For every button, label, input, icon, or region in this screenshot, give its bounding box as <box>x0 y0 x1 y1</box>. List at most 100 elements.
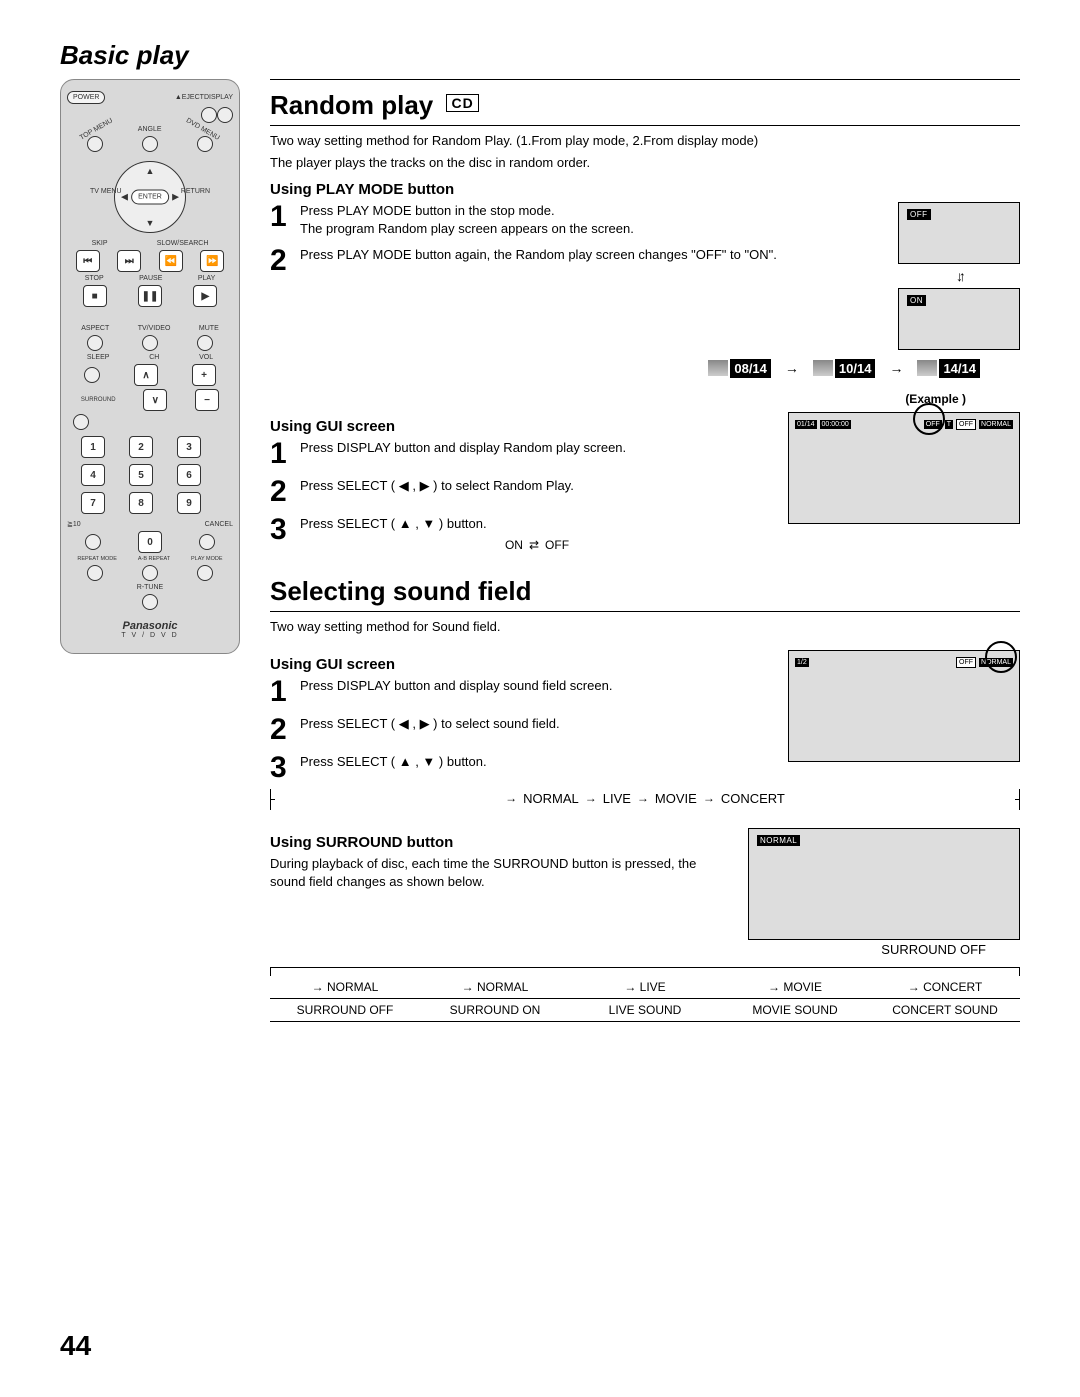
ab-repeat-button[interactable] <box>142 565 158 581</box>
vol-up-button[interactable]: + <box>192 364 216 386</box>
left-arrow-icon[interactable]: ◀ <box>121 192 128 203</box>
disc-icon <box>708 360 728 376</box>
gui-heading: Using GUI screen <box>270 418 774 435</box>
example-label: (Example ) <box>270 392 966 406</box>
page-number: 44 <box>60 1330 91 1362</box>
stop-button[interactable]: ■ <box>83 285 107 307</box>
sound-gui-step2: Press SELECT ( ◀ , ▶ ) to select sound f… <box>300 715 774 745</box>
tv-menu-label: TV MENU <box>90 188 122 195</box>
key-8[interactable]: 8 <box>129 492 153 514</box>
key-0[interactable]: 0 <box>138 531 162 553</box>
key-2[interactable]: 2 <box>129 436 153 458</box>
down-arrow-icon[interactable]: ▼ <box>146 218 155 228</box>
surround-body: During playback of disc, each time the S… <box>270 855 734 891</box>
surround-heading: Using SURROUND button <box>270 834 734 851</box>
skip-label: SKIP <box>92 240 108 247</box>
eject-button[interactable] <box>201 107 217 123</box>
number-keypad: 1 2 3 4 5 6 7 8 9 <box>81 436 219 514</box>
key-7[interactable]: 7 <box>81 492 105 514</box>
gui-step1: Press DISPLAY button and display Random … <box>300 439 774 469</box>
d-pad[interactable]: ENTER ▲ ▼ ◀ ▶ TV MENU RETURN <box>90 156 210 236</box>
step-number: 2 <box>270 246 292 276</box>
tv-video-button[interactable] <box>142 335 158 351</box>
up-arrow-icon[interactable]: ▲ <box>146 166 155 176</box>
angle-label: ANGLE <box>138 126 162 133</box>
enter-button[interactable]: ENTER <box>131 190 169 205</box>
osd-on: ON <box>898 288 1020 350</box>
playmode-step2: Press PLAY MODE button again, the Random… <box>300 246 884 276</box>
key-9[interactable]: 9 <box>177 492 201 514</box>
search-back-button[interactable]: ⏪ <box>159 250 183 272</box>
r-tune-button[interactable] <box>142 594 158 610</box>
eject-label: ▲EJECT <box>175 94 204 101</box>
gui-step3: Press SELECT ( ▲ , ▼ ) button. ON ⇄ OFF <box>300 515 774 554</box>
surround-caption: SURROUND OFF <box>748 942 986 957</box>
ch-down-button[interactable]: ∨ <box>143 389 167 411</box>
brand-label: Panasonic <box>67 620 233 632</box>
key-6[interactable]: 6 <box>177 464 201 486</box>
gui-step2: Press SELECT ( ◀ , ▶ ) to select Random … <box>300 477 774 507</box>
return-label: RETURN <box>181 188 210 195</box>
key-4[interactable]: 4 <box>81 464 105 486</box>
page-title: Basic play <box>60 40 1020 71</box>
disc-icon <box>813 360 833 376</box>
playmode-screens: OFF ↓ ↑ ON <box>898 202 1020 350</box>
aspect-button[interactable] <box>87 335 103 351</box>
surround-button[interactable] <box>73 414 89 430</box>
swap-arrows-icon: ⇄ <box>529 537 539 554</box>
display-button[interactable] <box>217 107 233 123</box>
sleep-button[interactable] <box>84 367 100 383</box>
random-intro-1: Two way setting method for Random Play. … <box>270 132 1020 150</box>
cancel-button[interactable] <box>199 534 215 550</box>
power-button[interactable]: POWER <box>67 91 105 104</box>
cd-tag: CD <box>446 94 478 112</box>
sound-intro: Two way setting method for Sound field. <box>270 618 1020 636</box>
section-random-title: Random play CD <box>270 86 1020 126</box>
sound-gui-step3: Press SELECT ( ▲ , ▼ ) button. <box>300 753 774 783</box>
sound-field-table: → NORMAL → NORMAL → LIVE → MOVIE → CONCE… <box>270 967 1020 1022</box>
sound-gui-step1: Press DISPLAY button and display sound f… <box>300 677 774 707</box>
arrow-right-icon: → <box>889 360 903 376</box>
ch-up-button[interactable]: ∧ <box>134 364 158 386</box>
page-layout: POWER ▲EJECT DISPLAY TOP MENU ANGLE DVD … <box>60 79 1020 1022</box>
key-5[interactable]: 5 <box>129 464 153 486</box>
sound-gui-heading: Using GUI screen <box>270 656 774 673</box>
highlight-circle-icon <box>913 403 945 435</box>
gui-osd: 01/14 00:00:00 OFF T OFF NORMAL <box>788 412 1020 524</box>
playmode-heading: Using PLAY MODE button <box>270 181 1020 198</box>
random-intro-2: The player plays the tracks on the disc … <box>270 154 1020 172</box>
playmode-step1: Press PLAY MODE button in the stop mode.… <box>300 202 884 238</box>
remote-column: POWER ▲EJECT DISPLAY TOP MENU ANGLE DVD … <box>60 79 240 1022</box>
disc-icon <box>917 360 937 376</box>
arrows-down-icon: ↓ ↑ <box>956 268 962 284</box>
play-button[interactable]: ▶ <box>193 285 217 307</box>
search-fwd-button[interactable]: ⏩ <box>200 250 224 272</box>
sound-gui-osd: 1/2 OFF NORMAL <box>788 650 1020 762</box>
skip-back-button[interactable]: ⏮ <box>76 250 100 272</box>
osd-off: OFF <box>898 202 1020 264</box>
right-arrow-icon[interactable]: ▶ <box>172 192 179 203</box>
surround-osd: NORMAL <box>748 828 1020 940</box>
mute-button[interactable] <box>197 335 213 351</box>
angle-button[interactable] <box>142 136 158 152</box>
play-mode-button[interactable] <box>197 565 213 581</box>
brand-sublabel: T V / D V D <box>67 632 233 639</box>
skip-fwd-button[interactable]: ⏭ <box>117 250 141 272</box>
vol-down-button[interactable]: − <box>195 389 219 411</box>
flow-arrow-icon: → <box>505 791 517 805</box>
slow-label: SLOW/SEARCH <box>157 240 209 247</box>
key-1[interactable]: 1 <box>81 436 105 458</box>
arrow-right-icon: → <box>785 360 799 376</box>
gt10-button[interactable] <box>85 534 101 550</box>
content-column: Random play CD Two way setting method fo… <box>270 79 1020 1022</box>
remote-control: POWER ▲EJECT DISPLAY TOP MENU ANGLE DVD … <box>60 79 240 654</box>
step-number: 1 <box>270 202 292 238</box>
section-sound-title: Selecting sound field <box>270 572 1020 612</box>
top-menu-button[interactable] <box>87 136 103 152</box>
repeat-mode-button[interactable] <box>87 565 103 581</box>
display-label: DISPLAY <box>204 94 233 101</box>
key-3[interactable]: 3 <box>177 436 201 458</box>
track-example-row: 08/14 → 10/14 → 14/14 <box>270 360 980 376</box>
highlight-circle-icon <box>985 641 1017 673</box>
pause-button[interactable]: ❚❚ <box>138 285 162 307</box>
